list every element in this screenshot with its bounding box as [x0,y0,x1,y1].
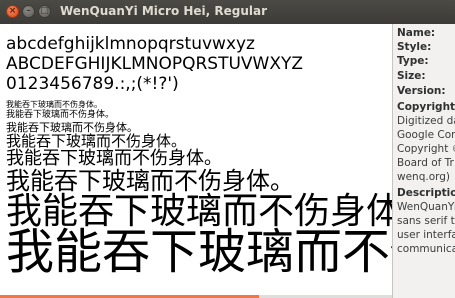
preview-uppercase: ABCDEFGHIJKLMNOPQRSTUVWXYZ [6,54,304,74]
size-label: Size: [397,70,426,82]
description-text-line: user interfa [397,229,455,241]
close-button[interactable]: × [6,5,19,18]
maximize-icon: □ [40,6,49,16]
sample-line-18: 我能吞下玻璃而不伤身体。 [6,148,222,169]
sample-line-8: 我能吞下玻璃而不伤身体。 [6,100,102,109]
window-title: WenQuanYi Micro Hei, Regular [60,4,268,18]
minimize-button[interactable]: – [22,5,35,18]
type-label: Type: [397,55,429,67]
description-text-line: communica [397,243,455,255]
title-bar[interactable]: × – □ WenQuanYi Micro Hei, Regular [0,0,455,24]
sample-line-9: 我能吞下玻璃而不伤身体。 [6,110,115,120]
font-viewer-window: × – □ WenQuanYi Micro Hei, Regular abcde… [0,0,455,298]
copyright-text-line: Copyright © [397,143,455,155]
description-text-line: sans serif ty [397,215,455,227]
font-preview-area[interactable]: abcdefghijklmnopqrstuvwxyz ABCDEFGHIJKLM… [0,24,392,298]
preview-digits: 0123456789.:,;(*!?') [6,74,179,94]
sample-line-48: 我能吞下玻璃而不伤身体。 [6,224,392,280]
copyright-text-line: wenq.org) [397,171,451,183]
version-label: Version: [397,85,446,97]
description-text-line: WenQuanYi [397,201,455,213]
maximize-button[interactable]: □ [38,5,51,18]
name-label: Name: [397,27,436,39]
preview-lowercase: abcdefghijklmnopqrstuvwxyz [6,34,255,54]
copyright-text-line: Digitized da [397,115,455,127]
sample-line-24: 我能吞下玻璃而不伤身体。 [6,167,294,195]
font-info-panel: Name: Style: Type: Size: Version: Copyri… [393,24,455,298]
style-label: Style: [397,41,432,53]
description-label: Description [397,187,455,199]
copyright-text-line: Board of Tr [397,157,454,169]
copyright-text-line: Google Cor [397,129,455,141]
minimize-icon: – [26,6,31,16]
sample-line-15: 我能吞下玻璃而不伤身体。 [6,132,187,150]
copyright-label: Copyright: [397,101,455,113]
close-icon: × [8,6,17,16]
